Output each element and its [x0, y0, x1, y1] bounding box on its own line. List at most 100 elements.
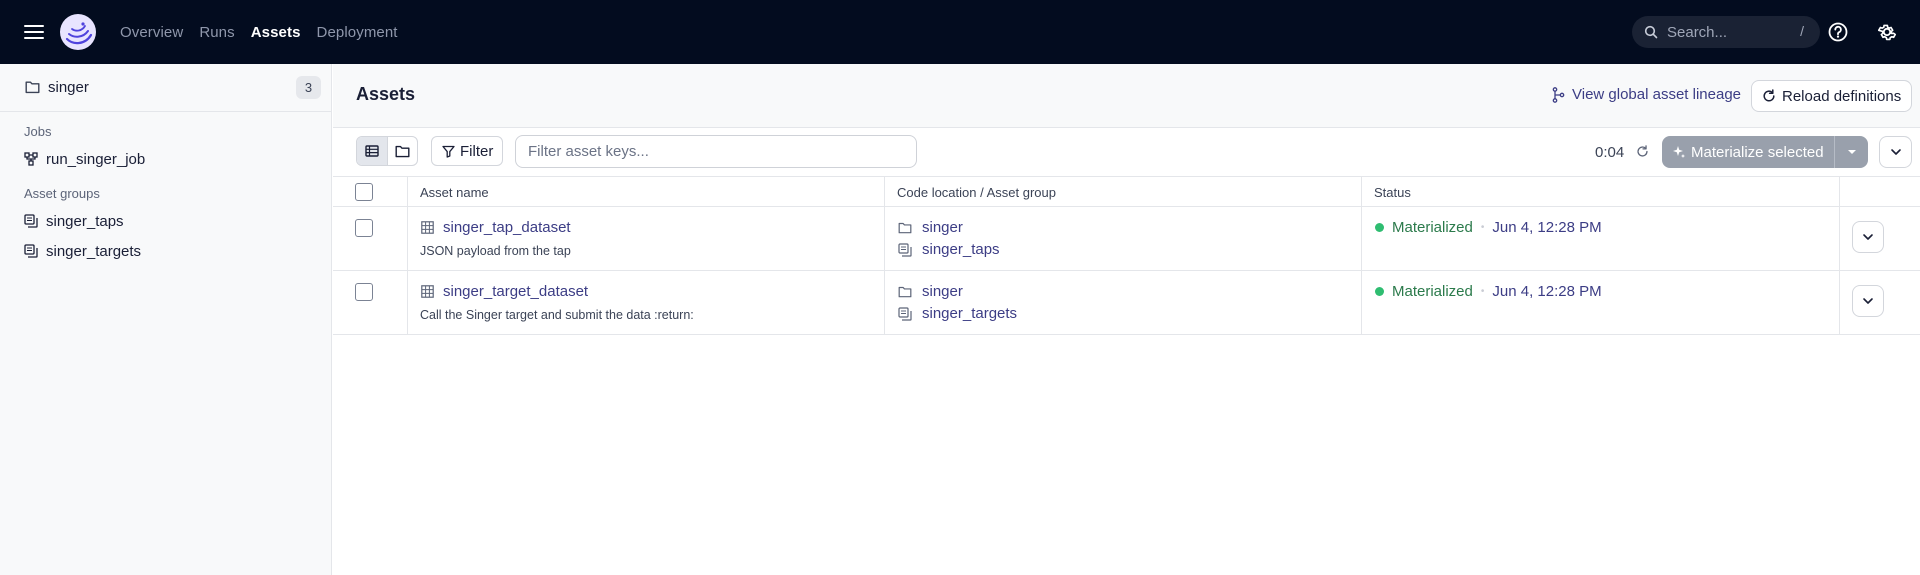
reload-icon	[1762, 89, 1776, 103]
page-header: Assets View global asset lineage Reload …	[333, 64, 1920, 128]
status-label[interactable]: Materialized	[1392, 283, 1473, 300]
search-input[interactable]	[1667, 23, 1787, 41]
search-icon	[1644, 25, 1658, 39]
assets-table: Asset name Code location / Asset group S…	[333, 176, 1920, 335]
nav-assets[interactable]: Assets	[251, 24, 301, 41]
chevron-down-icon	[1862, 297, 1874, 305]
asset-status: Materialized • Jun 4, 12:28 PM	[1375, 283, 1602, 300]
column-divider	[407, 177, 408, 206]
top-bar: Overview Runs Assets Deployment /	[0, 0, 1920, 64]
reload-button-label: Reload definitions	[1782, 87, 1902, 105]
sidebar-item-singer-taps[interactable]: singer_taps	[24, 210, 124, 232]
repository-row[interactable]: singer 3	[0, 64, 331, 112]
nav-overview[interactable]: Overview	[120, 24, 183, 41]
code-location-link[interactable]: singer	[898, 219, 963, 236]
status-separator: •	[1480, 222, 1485, 233]
refresh-timer: 0:04	[1595, 144, 1625, 161]
asset-name-link[interactable]: singer_tap_dataset	[421, 219, 571, 236]
code-location-link[interactable]: singer	[898, 283, 963, 300]
asset-description: Call the Singer target and submit the da…	[420, 308, 694, 322]
chevron-down-icon	[1890, 148, 1902, 156]
reload-definitions-button[interactable]: Reload definitions	[1751, 80, 1912, 112]
folder-icon	[898, 222, 912, 234]
page-title: Assets	[356, 84, 416, 104]
table-header-row: Asset name Code location / Asset group S…	[333, 176, 1920, 207]
row-actions-button[interactable]	[1852, 221, 1884, 253]
status-separator: •	[1480, 286, 1485, 297]
asset-name-link[interactable]: singer_target_dataset	[421, 283, 588, 300]
asset-group-link[interactable]: singer_taps	[898, 241, 1000, 258]
row-checkbox[interactable]	[355, 283, 373, 301]
column-divider	[1839, 177, 1840, 206]
gear-icon[interactable]	[1876, 21, 1898, 43]
materialized-timestamp[interactable]: Jun 4, 12:28 PM	[1492, 283, 1601, 300]
row-actions-button[interactable]	[1852, 285, 1884, 317]
refresh-icon[interactable]	[1636, 145, 1649, 158]
column-header-asset-name[interactable]: Asset name	[420, 185, 489, 200]
menu-icon[interactable]	[22, 20, 46, 44]
status-dot	[1375, 223, 1384, 232]
nav-deployment[interactable]: Deployment	[317, 24, 398, 41]
column-header-code-location[interactable]: Code location / Asset group	[897, 185, 1056, 200]
row-checkbox[interactable]	[355, 219, 373, 237]
search-shortcut: /	[1800, 23, 1804, 39]
column-divider	[1361, 177, 1362, 206]
search-box[interactable]: /	[1632, 16, 1820, 48]
jobs-section-label: Jobs	[24, 124, 52, 139]
table-row: singer_target_dataset Call the Singer ta…	[333, 271, 1920, 335]
materialized-timestamp[interactable]: Jun 4, 12:28 PM	[1492, 219, 1601, 236]
column-divider	[1839, 271, 1840, 334]
repository-name: singer	[48, 79, 89, 96]
dagster-logo-icon[interactable]	[59, 13, 97, 51]
column-divider	[1361, 207, 1362, 270]
table-view-icon	[365, 145, 379, 157]
asset-group-link[interactable]: singer_targets	[898, 305, 1017, 322]
asset-group-icon	[898, 306, 912, 321]
table-icon	[421, 285, 434, 298]
status-dot	[1375, 287, 1384, 296]
materialize-selected-button-group: Materialize selected	[1662, 136, 1868, 168]
view-mode-toggle	[356, 136, 418, 166]
folder-view-icon	[395, 145, 410, 158]
column-divider	[884, 207, 885, 270]
filter-asset-keys-input[interactable]	[515, 135, 917, 168]
main-nav: Overview Runs Assets Deployment	[120, 0, 414, 64]
materialize-selected-button[interactable]: Materialize selected	[1662, 136, 1834, 168]
repository-count-badge: 3	[296, 76, 321, 99]
column-divider	[884, 177, 885, 206]
help-icon[interactable]	[1827, 21, 1849, 43]
lineage-icon	[1552, 86, 1565, 103]
column-divider	[884, 271, 885, 334]
sidebar: singer 3 Jobs run_singer_job Asset group…	[0, 64, 332, 575]
materialize-selected-label: Materialize selected	[1691, 143, 1824, 161]
folder-icon	[25, 80, 40, 94]
asset-status: Materialized • Jun 4, 12:28 PM	[1375, 219, 1602, 236]
nav-runs[interactable]: Runs	[199, 24, 234, 41]
sidebar-item-run-singer-job[interactable]: run_singer_job	[24, 148, 145, 170]
sidebar-item-singer-targets[interactable]: singer_targets	[24, 240, 141, 262]
view-global-lineage-link[interactable]: View global asset lineage	[1552, 86, 1741, 103]
table-icon	[421, 221, 434, 234]
status-label[interactable]: Materialized	[1392, 219, 1473, 236]
sparkle-icon	[1672, 145, 1686, 159]
sidebar-item-label: singer_taps	[46, 212, 124, 230]
code-location-name: singer	[922, 283, 963, 300]
select-all-checkbox[interactable]	[355, 183, 373, 201]
column-header-status[interactable]: Status	[1374, 185, 1411, 200]
column-divider	[407, 271, 408, 334]
table-row: singer_tap_dataset JSON payload from the…	[333, 207, 1920, 271]
filter-button-label: Filter	[460, 142, 494, 160]
asset-description: JSON payload from the tap	[420, 244, 571, 258]
materialize-options-dropdown[interactable]	[1834, 136, 1868, 168]
asset-name: singer_target_dataset	[443, 283, 589, 300]
filter-icon	[442, 145, 455, 158]
asset-group-icon	[24, 244, 38, 258]
folder-view-button[interactable]	[386, 137, 417, 165]
filter-button[interactable]: Filter	[431, 136, 503, 166]
more-actions-button[interactable]	[1879, 136, 1912, 168]
asset-group-name: singer_taps	[922, 241, 1000, 258]
main-content: Assets View global asset lineage Reload …	[333, 64, 1920, 575]
asset-group-name: singer_targets	[922, 305, 1018, 322]
table-view-button[interactable]	[357, 137, 387, 165]
job-graph-icon	[24, 152, 38, 166]
